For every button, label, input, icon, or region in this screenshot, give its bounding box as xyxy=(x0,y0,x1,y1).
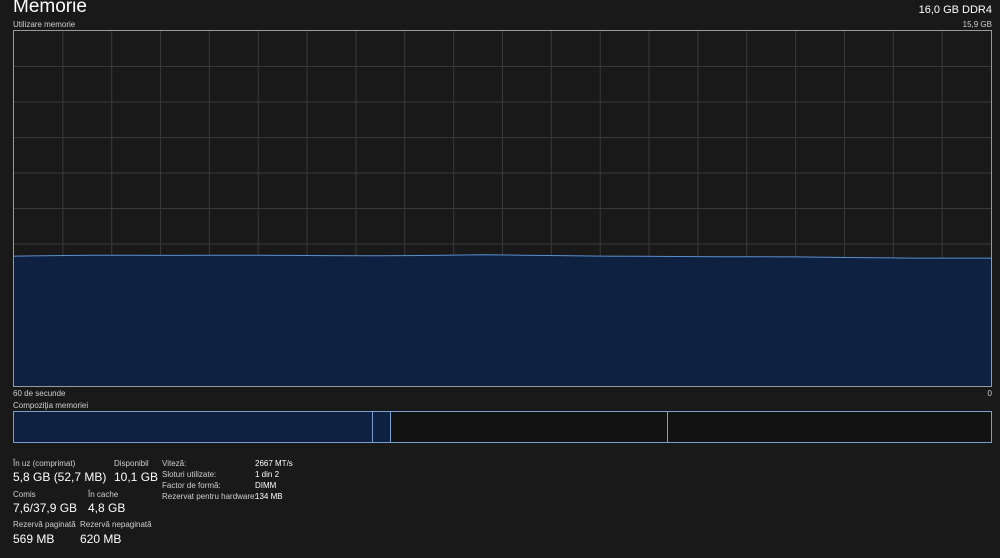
composition-segment-free[interactable] xyxy=(666,412,991,442)
committed-label: Comis xyxy=(13,490,36,499)
composition-segment-in-use[interactable] xyxy=(14,412,372,442)
composition-segment-standby[interactable] xyxy=(390,412,667,442)
graph-time-right: 0 xyxy=(987,389,992,398)
speed-label: Viteză: xyxy=(162,459,187,468)
hardware-reserved-value: 134 MB xyxy=(255,492,283,501)
in-use-label: În uz (comprimat) xyxy=(13,459,76,468)
graph-time-left: 60 de secunde xyxy=(13,389,66,398)
paged-pool-label: Rezervă paginată xyxy=(13,520,76,529)
graph-max-label: 15,9 GB xyxy=(962,20,992,29)
form-factor-label: Factor de formă: xyxy=(162,481,221,490)
memory-usage-graph xyxy=(13,30,992,387)
form-factor-value: DIMM xyxy=(255,481,277,490)
paged-pool-value: 569 MB xyxy=(13,532,55,546)
available-value: 10,1 GB xyxy=(114,470,159,484)
slots-value: 1 din 2 xyxy=(255,470,280,479)
nonpaged-pool-value: 620 MB xyxy=(80,532,122,546)
composition-segment-modified[interactable] xyxy=(371,412,391,442)
hardware-reserved-label: Rezervat pentru hardware: xyxy=(162,492,257,501)
nonpaged-pool-label: Rezervă nepaginată xyxy=(80,520,152,529)
memory-usage-chart xyxy=(14,31,991,386)
in-use-value: 5,8 GB (52,7 MB) xyxy=(13,470,107,484)
slots-label: Sloturi utilizate: xyxy=(162,470,217,479)
cached-label: În cache xyxy=(88,490,119,499)
committed-value: 7,6/37,9 GB xyxy=(13,501,78,515)
cached-value: 4,8 GB xyxy=(88,501,126,515)
usage-area xyxy=(14,254,991,386)
graph-label: Utilizare memorie xyxy=(13,20,76,29)
ram-spec-label: 16,0 GB DDR4 xyxy=(918,4,992,16)
available-label: Disponibil xyxy=(114,459,149,468)
composition-label: Compoziţia memoriei xyxy=(13,401,89,410)
page-title: Memorie xyxy=(13,0,87,17)
memory-composition-bar[interactable] xyxy=(13,411,992,443)
speed-value: 2667 MT/s xyxy=(255,459,293,468)
